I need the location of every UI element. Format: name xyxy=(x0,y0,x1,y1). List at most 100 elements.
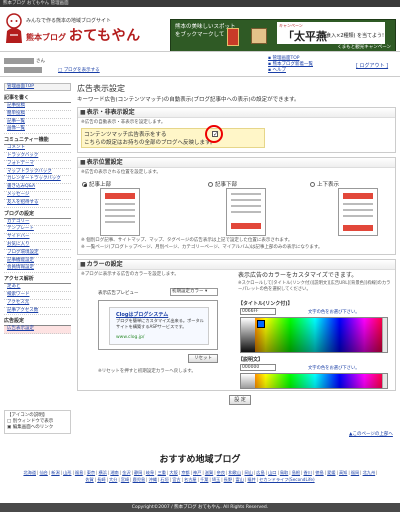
sidebar-item-photo-theme[interactable]: フォトテーマ xyxy=(4,161,71,169)
position-option-top[interactable]: 記事上部 xyxy=(82,180,111,188)
recommend-link[interactable]: 北海道 xyxy=(23,470,36,475)
recommend-link[interactable]: 三重 xyxy=(158,470,166,475)
sidebar-item-trackback[interactable]: トラックバック xyxy=(4,153,71,161)
recommend-link[interactable]: 千葉 xyxy=(200,477,208,482)
recommend-link[interactable]: 香川 xyxy=(304,470,312,475)
palette-scrollbar[interactable] xyxy=(382,374,387,388)
recommend-link[interactable]: 広島 xyxy=(256,470,264,475)
sidebar-item-blog-env[interactable]: ブログ環境設定 xyxy=(4,250,71,258)
recommend-link[interactable]: 宮崎 xyxy=(121,477,129,482)
recommend-link[interactable]: 埼玉 xyxy=(212,477,220,482)
recommend-link[interactable]: 滋賀 xyxy=(205,470,213,475)
recommend-link[interactable]: 富山 xyxy=(235,477,243,482)
recommend-link[interactable]: 山形 xyxy=(63,470,71,475)
desc-color-palette[interactable] xyxy=(240,373,388,389)
recommend-link[interactable]: 神戸 xyxy=(193,470,201,475)
radio-icon[interactable] xyxy=(208,182,213,187)
sidebar-item-calendar-trackback[interactable]: カレンダートラックバック xyxy=(4,176,71,185)
banner-footer: くまもと観光キャンペーン xyxy=(337,45,391,50)
recommend-link[interactable]: 福岡 xyxy=(351,470,359,475)
position-bottom-preview-icon xyxy=(226,188,266,236)
sidebar-item-message[interactable]: メッセージ xyxy=(4,192,71,200)
sidebar-item-comments[interactable]: コメント xyxy=(4,145,71,153)
recommend-link[interactable]: 名古屋 xyxy=(184,477,197,482)
sidebar-item-image-list[interactable]: 画像一覧 xyxy=(4,126,71,135)
site-logo[interactable]: 熊本ブログ おてもやん xyxy=(26,25,141,45)
recommend-link[interactable]: 福井 xyxy=(247,477,255,482)
recommend-link[interactable]: 島根 xyxy=(292,470,300,475)
recommend-link[interactable]: 愛媛 xyxy=(327,470,335,475)
sidebar-item-favorites[interactable]: お気に入り xyxy=(4,242,71,250)
recommend-link[interactable]: 東京 xyxy=(87,470,95,475)
recommend-link[interactable]: 奈良 xyxy=(217,470,225,475)
campaign-banner[interactable]: 熊本の美味しいスポット をブックマークして キャンペーン 「太平燕 (5食入×2… xyxy=(170,19,396,53)
sidebar-section-write: 記事を書く 記事投稿 簡単投稿 記事一覧 画像一覧 xyxy=(4,95,71,135)
recommend-link[interactable]: 徳島 xyxy=(315,470,323,475)
recommend-link[interactable]: 仙台 xyxy=(39,470,47,475)
sidebar-item-template[interactable]: テンプレート xyxy=(4,226,71,235)
sidebar-item-qa[interactable]: 書き込みQ&A xyxy=(4,184,71,192)
color-grid[interactable] xyxy=(241,374,387,388)
recommend-link[interactable]: 湘南 xyxy=(110,470,118,475)
view-blog-link[interactable]: □ ブログを表示する xyxy=(58,67,100,73)
chevron-down-icon: ▾ xyxy=(204,289,208,294)
position-option-both[interactable]: 上下表示 xyxy=(310,180,339,188)
recommend-link[interactable]: 鳥取 xyxy=(280,470,288,475)
recommend-link[interactable]: 山口 xyxy=(268,470,276,475)
title-color-palette[interactable] xyxy=(240,317,388,353)
grey-scale[interactable] xyxy=(241,318,255,352)
recommend-link[interactable]: 大阪 xyxy=(169,470,177,475)
recommend-link[interactable]: 沖縄 xyxy=(149,477,157,482)
recommend-link[interactable]: 大分 xyxy=(109,477,117,482)
radio-icon[interactable] xyxy=(310,182,315,187)
palette-scrollbar[interactable] xyxy=(382,318,387,352)
recommend-link[interactable]: 長崎 xyxy=(97,477,105,482)
sidebar-item-post[interactable]: 記事投稿 xyxy=(4,103,71,111)
radio-selected-icon[interactable] xyxy=(82,182,87,187)
sidebar-admin-top[interactable]: 管理画面TOP xyxy=(4,83,71,91)
sidebar-item-search-words[interactable]: 検索ワード xyxy=(4,292,71,300)
submit-button[interactable]: 設 定 xyxy=(229,395,251,405)
sidebar-item-post-access[interactable]: 記事アクセス数 xyxy=(4,308,71,316)
title-color-input[interactable]: 0066FF xyxy=(240,308,276,315)
sidebar-item-referrer[interactable]: アクセス元 xyxy=(4,300,71,308)
recommend-link[interactable]: 新潟 xyxy=(51,470,59,475)
sidebar-item-member-info[interactable]: 会員情報設定 xyxy=(4,265,71,274)
grey-scale[interactable] xyxy=(241,374,255,388)
recommend-link[interactable]: 福島 xyxy=(75,470,83,475)
desc-color-input[interactable]: 000000 xyxy=(240,364,276,371)
recommend-link[interactable]: 和歌山 xyxy=(228,470,241,475)
banner-line2: をブックマークして xyxy=(175,32,225,38)
sidebar-section-head: コミュニティー機能 xyxy=(4,137,71,146)
recommend-link[interactable]: 宮古 xyxy=(172,477,180,482)
recommend-link[interactable]: 佐賀 xyxy=(85,477,93,482)
recommend-link[interactable]: 高知 xyxy=(339,470,347,475)
recommend-link[interactable]: セカンドライフ(SecondLife) xyxy=(259,477,315,482)
sidebar-item-invite[interactable]: 友人を招待する xyxy=(4,200,71,208)
position-option-bottom[interactable]: 記事下部 xyxy=(208,180,237,188)
sidebar-item-footprints[interactable]: 足あと xyxy=(4,284,71,292)
product-box-icon xyxy=(227,28,239,46)
recommend-link[interactable]: 静岡 xyxy=(134,470,142,475)
position-settings-box: 表示位置設定 ※広告の表示される位置を設定します。 記事上部 記事下部 上下表示… xyxy=(77,157,396,255)
recommend-link[interactable]: 北九州 xyxy=(363,470,376,475)
position-settings-title: 表示位置設定 xyxy=(78,158,395,168)
ad-preview-title[interactable]: Clogはブログシステム xyxy=(116,311,168,318)
sidebar-item-sidebar[interactable]: サイドバー xyxy=(4,234,71,242)
logout-link[interactable]: [ ログアウト ] xyxy=(356,62,388,69)
recommend-link[interactable]: 岡山 xyxy=(244,470,252,475)
back-to-top-link[interactable]: ▲このページの上部へ xyxy=(349,431,393,437)
userbar-link-help[interactable]: ヘルプ xyxy=(268,68,313,74)
sidebar-item-ad-settings[interactable]: 広告表示設定 xyxy=(4,326,71,335)
sidebar-section-head: 記事を書く xyxy=(4,95,71,103)
preview-color-select[interactable]: 初期設定カラー ▾ xyxy=(170,288,218,296)
recommend-link[interactable]: 長野 xyxy=(224,477,232,482)
reset-button[interactable]: リセット xyxy=(188,354,218,363)
recommend-link[interactable]: 石垣 xyxy=(160,477,168,482)
recommend-link[interactable]: 鹿児島 xyxy=(133,477,146,482)
recommend-link[interactable]: 金沢 xyxy=(122,470,130,475)
recommend-link[interactable]: 岐阜 xyxy=(146,470,154,475)
sidebar-item-easy-post[interactable]: 簡単投稿 xyxy=(4,111,71,119)
recommend-link[interactable]: 京都 xyxy=(181,470,189,475)
recommend-link[interactable]: 横浜 xyxy=(99,470,107,475)
